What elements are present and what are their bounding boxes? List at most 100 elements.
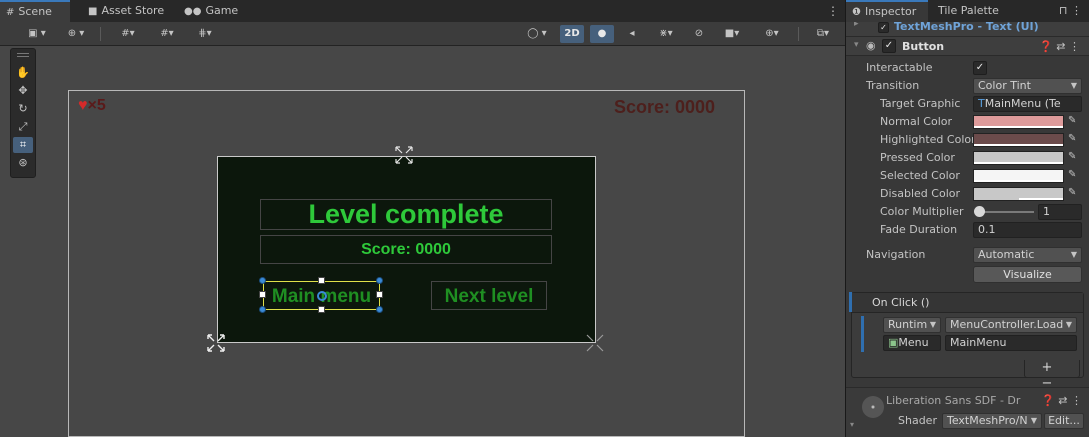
hand-tool-icon[interactable]: ✋ [13,65,33,81]
draw-mode-dropdown[interactable]: ▣ ▾ [20,25,54,43]
transition-row: Transition Color Tint ▼ [846,77,1089,95]
navigation-row: Navigation Automatic ▼ [846,246,1089,264]
target-graphic-field[interactable]: TMainMenu (Te [973,96,1082,112]
shader-dropdown[interactable]: TextMeshPro/N ▼ [942,413,1042,429]
next-level-button[interactable]: Next level [431,281,547,310]
textmeshpro-component-header[interactable]: ▸ ✓ TextMeshPro - Text (UI) [846,22,1089,36]
button-component-header[interactable]: ▾ ◉ ✓ Button ❓ ⇄ ⋮ [846,36,1089,56]
grid-visibility-dropdown[interactable]: #▾ [150,25,184,43]
heart-icon: ♥ [78,97,88,114]
eyedropper-icon[interactable]: ✎ [1068,169,1076,180]
gamepad-icon: ●● [184,6,202,17]
eyedropper-icon[interactable]: ✎ [1068,187,1076,198]
effects-dropdown[interactable]: ⋇▾ [648,25,684,43]
rotate-tool-icon[interactable]: ↻ [13,101,33,117]
scene-tab-bar: # Scene ■ Asset Store ●● Game ⋮ [0,0,845,22]
edge-handle[interactable] [259,291,266,298]
edge-handle[interactable] [318,277,325,284]
selected-color-row: Selected Color ✎ [880,169,1077,183]
scene-panel: # Scene ■ Asset Store ●● Game ⋮ ▣ ▾ ⊕ ▾ #▾ … [0,0,845,437]
event-argument-field[interactable]: MainMenu [945,335,1077,351]
rect-tool-icon[interactable]: ⌗ [13,137,33,153]
font-material-footer: Liberation Sans SDF - Dr ❓ ⇄ ⋮ Shader Te… [846,387,1089,437]
button-enabled-checkbox[interactable]: ✓ [882,39,896,53]
highlighted-color-swatch[interactable] [973,133,1064,147]
eyedropper-icon[interactable]: ✎ [1068,115,1076,126]
gizmos-dropdown[interactable]: ⊕▾ [754,25,790,43]
increment-snap-button[interactable]: ⋕▾ [188,25,222,43]
interactable-checkbox[interactable]: ✓ [973,61,987,75]
add-remove-event-buttons[interactable]: + − [1024,360,1080,391]
inspector-tab-bar: ❶ Inspector Tile Palette ⊓ ⋮ [846,0,1089,22]
component-title: Button [902,40,945,53]
transition-dropdown[interactable]: Color Tint ▼ [973,78,1082,94]
fade-duration-row: Fade Duration 0.1 [846,221,1089,239]
pressed-color-swatch[interactable] [973,151,1064,165]
expand-arrow-icon: ▾ [850,420,855,429]
mode-2d-toggle[interactable]: 2D [560,25,584,43]
highlighted-color-row: Highlighted Color ✎ [880,133,1077,147]
target-graphic-row: Target Graphic TMainMenu (Te [846,95,1089,113]
lives-counter: ♥×5 [78,97,106,114]
edge-handle[interactable] [318,306,325,313]
lighting-toggle[interactable]: ● [590,25,614,43]
level-score-text: Score: 0000 [361,241,451,258]
tab-scene[interactable]: # Scene [0,0,70,22]
transform-tool-icon[interactable]: ⊛ [13,155,33,171]
tool-palette: ✋ ✥ ↻ ⤢ ⌗ ⊛ [10,48,36,178]
visualize-button[interactable]: Visualize [973,266,1082,283]
material-preview-icon [862,396,884,418]
collapse-arrow-icon: ▾ [854,40,859,50]
function-dropdown[interactable]: MenuController.Load ▼ [945,317,1077,333]
audio-toggle[interactable]: ◂ [620,25,644,43]
pivot-icon[interactable] [317,291,327,301]
inspector-panel: ❶ Inspector Tile Palette ⊓ ⋮ ▸ ✓ TextMesh… [845,0,1089,437]
info-icon: ❶ [852,7,861,18]
eyedropper-icon[interactable]: ✎ [1068,133,1076,144]
anchor-icon[interactable] [206,333,226,353]
tab-inspector[interactable]: ❶ Inspector [846,0,928,22]
eyedropper-icon[interactable]: ✎ [1068,151,1076,162]
script-icon: ▣ [888,336,899,349]
normal-color-swatch[interactable] [973,115,1064,129]
anchor-icon[interactable] [585,333,605,353]
component-enabled-checkbox[interactable]: ✓ [878,22,889,33]
move-tool-icon[interactable]: ✥ [13,83,33,99]
kebab-menu-icon[interactable]: ⋮ [827,4,839,18]
corner-handle[interactable] [376,277,383,284]
tab-asset-store[interactable]: ■ Asset Store [82,0,170,22]
edge-handle[interactable] [376,291,383,298]
hud-score: Score: 0000 [614,97,716,117]
palette-grip[interactable] [17,53,29,54]
disabled-color-swatch[interactable] [973,187,1064,201]
corner-handle[interactable] [259,277,266,284]
fade-duration-field[interactable]: 0.1 [973,222,1082,238]
runtime-dropdown[interactable]: Runtim ▼ [883,317,941,333]
selected-color-swatch[interactable] [973,169,1064,183]
corner-handle[interactable] [376,306,383,313]
anchor-icon[interactable] [394,145,414,165]
multiplier-slider-thumb[interactable] [974,206,985,217]
edit-shader-button[interactable]: Edit... [1044,413,1084,429]
material-menu-icon[interactable]: ❓ ⇄ ⋮ [1041,394,1082,407]
button-component-icon: ◉ [866,39,876,52]
component-menu-icon[interactable]: ❓ ⇄ ⋮ [1039,40,1080,53]
tab-game[interactable]: ●● Game [178,0,244,22]
event-target-object-field[interactable]: ▣Menu [883,335,941,351]
layers-dropdown[interactable]: ⧉▾ [806,25,840,43]
shading-mode-dropdown[interactable]: ◯ ▾ [520,25,554,43]
level-complete-title: Level complete [308,199,504,229]
lock-icon[interactable]: ⊓ ⋮ [1059,4,1082,17]
onclick-header: On Click () [852,293,1083,313]
multiplier-value-field[interactable]: 1 [1038,204,1082,220]
multiplier-slider-track[interactable] [978,211,1034,213]
scale-tool-icon[interactable]: ⤢ [13,119,33,135]
global-local-dropdown[interactable]: ⊕ ▾ [58,25,94,43]
navigation-dropdown[interactable]: Automatic ▼ [973,247,1082,263]
hidden-objects-toggle[interactable]: ⊘ [688,25,710,43]
component-title: TextMeshPro - Text (UI) [894,22,1039,33]
camera-dropdown[interactable]: ■▾ [714,25,750,43]
grid-snap-dropdown[interactable]: #▾ [110,25,146,43]
corner-handle[interactable] [259,306,266,313]
tab-tile-palette[interactable]: Tile Palette [932,0,1005,22]
